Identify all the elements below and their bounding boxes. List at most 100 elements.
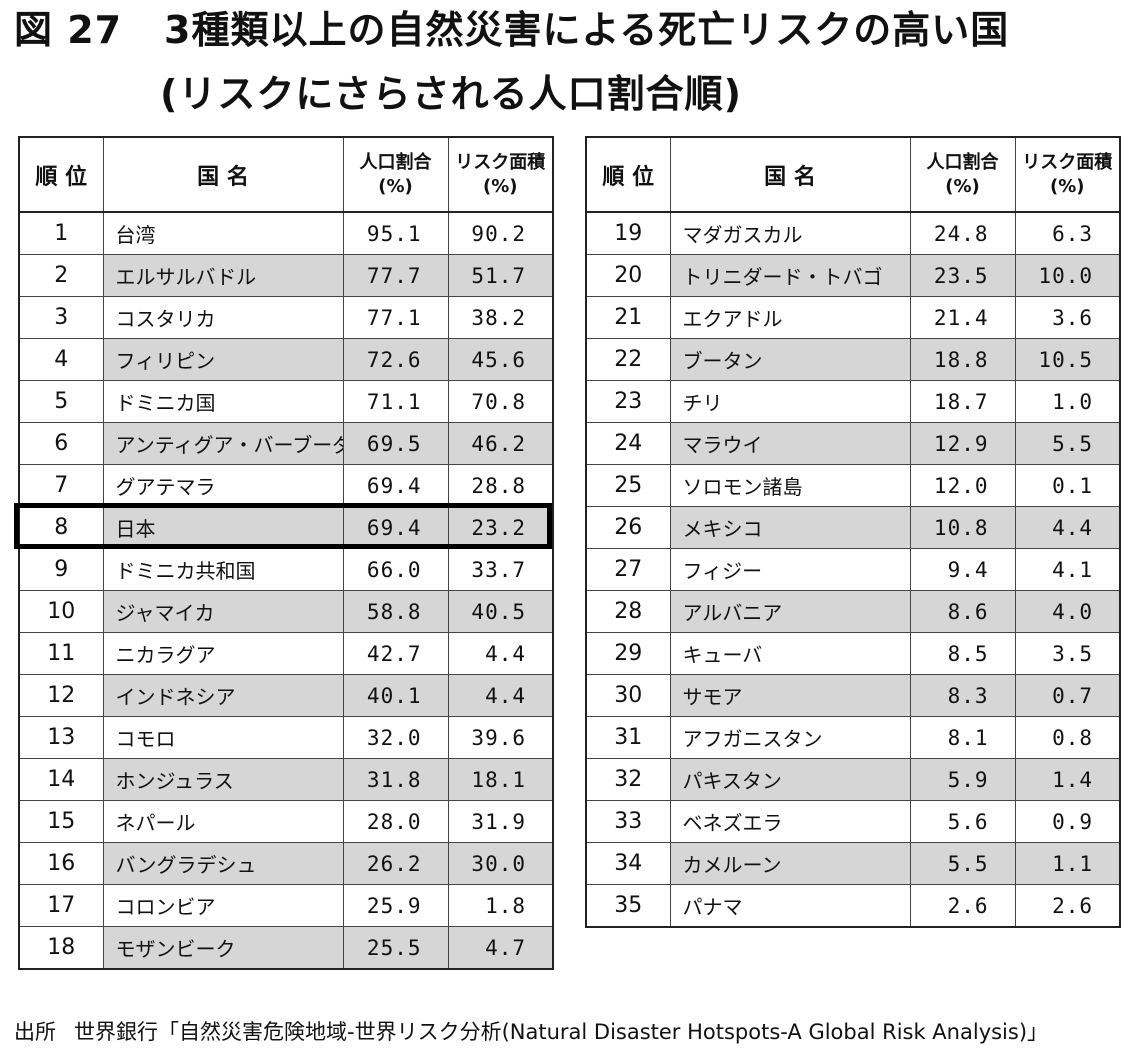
country-cell: フィジー (669, 548, 911, 591)
population-share-cell: 5.5 (909, 842, 1016, 885)
population-share-cell: 25.5 (342, 926, 449, 970)
population-share-cell: 12.0 (909, 464, 1016, 507)
rank-cell: 23 (585, 380, 671, 423)
rank-cell: 21 (585, 296, 671, 339)
rank-cell: 33 (585, 800, 671, 843)
population-share-cell: 8.6 (909, 590, 1016, 633)
country-cell: チリ (669, 380, 911, 423)
rank-cell: 3 (18, 296, 104, 339)
risk-area-cell: 90.2 (447, 211, 554, 255)
table-row: 22 ブータン 18.8 10.5 (585, 338, 1121, 381)
table-row: 33 ベネズエラ 5.6 0.9 (585, 800, 1121, 843)
risk-area-cell: 30.0 (447, 842, 554, 885)
risk-area-cell: 4.1 (1014, 548, 1121, 591)
rank-cell: 6 (18, 422, 104, 465)
population-share-cell: 5.6 (909, 800, 1016, 843)
risk-area-cell: 4.7 (447, 926, 554, 970)
country-cell: ソロモン諸島 (669, 464, 911, 507)
population-share-cell: 18.7 (909, 380, 1016, 423)
rank-cell: 28 (585, 590, 671, 633)
figure-subtitle: (リスクにさらされる人口割合順) (160, 72, 742, 116)
rank-cell: 20 (585, 254, 671, 297)
rank-cell: 16 (18, 842, 104, 885)
table-row: 26 メキシコ 10.8 4.4 (585, 506, 1121, 549)
country-cell: インドネシア (102, 674, 344, 717)
table-row: 27 フィジー 9.4 4.1 (585, 548, 1121, 591)
country-cell: ホンジュラス (102, 758, 344, 801)
header-population-share: 人口割合 (%) (909, 136, 1016, 213)
population-share-cell: 71.1 (342, 380, 449, 423)
table-row: 10 ジャマイカ 58.8 40.5 (18, 590, 554, 633)
country-cell: バングラデシュ (102, 842, 344, 885)
risk-area-cell: 0.1 (1014, 464, 1121, 507)
population-share-cell: 12.9 (909, 422, 1016, 465)
risk-area-cell: 3.6 (1014, 296, 1121, 339)
country-cell: パキスタン (669, 758, 911, 801)
rank-cell: 5 (18, 380, 104, 423)
country-cell: トリニダード・トバゴ (669, 254, 911, 297)
population-share-cell: 69.5 (342, 422, 449, 465)
risk-area-cell: 31.9 (447, 800, 554, 843)
table-row: 8 日本 69.4 23.2 (18, 506, 554, 549)
table-row: 2 エルサルバドル 77.7 51.7 (18, 254, 554, 297)
population-share-cell: 72.6 (342, 338, 449, 381)
rank-cell: 26 (585, 506, 671, 549)
population-share-cell: 77.7 (342, 254, 449, 297)
population-share-cell: 26.2 (342, 842, 449, 885)
source-note: 出所 世界銀行「自然災害危険地域-世界リスク分析(Natural Disaster… (14, 1016, 1048, 1046)
population-share-cell: 77.1 (342, 296, 449, 339)
table-row: 4 フィリピン 72.6 45.6 (18, 338, 554, 381)
table-row: 15 ネパール 28.0 31.9 (18, 800, 554, 843)
country-cell: キューバ (669, 632, 911, 675)
rank-cell: 13 (18, 716, 104, 759)
country-cell: モザンビーク (102, 926, 344, 970)
source-label: 出所 (14, 1020, 56, 1044)
risk-area-cell: 70.8 (447, 380, 554, 423)
population-share-cell: 69.4 (342, 464, 449, 507)
header-rank: 順 位 (585, 136, 671, 213)
rank-cell: 8 (18, 506, 104, 549)
rank-cell: 15 (18, 800, 104, 843)
rank-cell: 18 (18, 926, 104, 970)
table-row: 29 キューバ 8.5 3.5 (585, 632, 1121, 675)
rank-cell: 24 (585, 422, 671, 465)
table-row: 28 アルバニア 8.6 4.0 (585, 590, 1121, 633)
risk-area-cell: 18.1 (447, 758, 554, 801)
figure-number: 図 27 (14, 8, 123, 52)
risk-area-cell: 4.0 (1014, 590, 1121, 633)
table-row: 24 マラウイ 12.9 5.5 (585, 422, 1121, 465)
rank-cell: 12 (18, 674, 104, 717)
country-cell: コロンビア (102, 884, 344, 927)
rank-cell: 31 (585, 716, 671, 759)
risk-area-cell: 1.1 (1014, 842, 1121, 885)
table-row: 3 コスタリカ 77.1 38.2 (18, 296, 554, 339)
population-share-cell: 18.8 (909, 338, 1016, 381)
table-row: 21 エクアドル 21.4 3.6 (585, 296, 1121, 339)
header-country: 国 名 (669, 136, 911, 213)
ranking-table-left: 順 位 国 名 人口割合 (%) リスク面積 (%) 1 台湾 95.1 90.2 2 エルサ… (18, 136, 554, 970)
rank-cell: 4 (18, 338, 104, 381)
risk-area-cell: 1.0 (1014, 380, 1121, 423)
risk-area-cell: 5.5 (1014, 422, 1121, 465)
rank-cell: 7 (18, 464, 104, 507)
rank-cell: 25 (585, 464, 671, 507)
table-row: 18 モザンビーク 25.5 4.7 (18, 926, 554, 970)
ranking-table-right: 順 位 国 名 人口割合 (%) リスク面積 (%) 19 マダガスカル 24.8 6.3… (585, 136, 1121, 928)
table-row: 17 コロンビア 25.9 1.8 (18, 884, 554, 927)
rank-cell: 30 (585, 674, 671, 717)
table-row: 20 トリニダード・トバゴ 23.5 10.0 (585, 254, 1121, 297)
country-cell: エクアドル (669, 296, 911, 339)
country-cell: エルサルバドル (102, 254, 344, 297)
country-cell: グアテマラ (102, 464, 344, 507)
country-cell: パナマ (669, 884, 911, 928)
country-cell: フィリピン (102, 338, 344, 381)
population-share-cell: 5.9 (909, 758, 1016, 801)
risk-area-cell: 4.4 (447, 674, 554, 717)
risk-area-cell: 0.8 (1014, 716, 1121, 759)
population-share-cell: 24.8 (909, 211, 1016, 255)
rank-cell: 32 (585, 758, 671, 801)
risk-area-cell: 40.5 (447, 590, 554, 633)
table-row: 7 グアテマラ 69.4 28.8 (18, 464, 554, 507)
risk-area-cell: 38.2 (447, 296, 554, 339)
risk-area-cell: 4.4 (447, 632, 554, 675)
